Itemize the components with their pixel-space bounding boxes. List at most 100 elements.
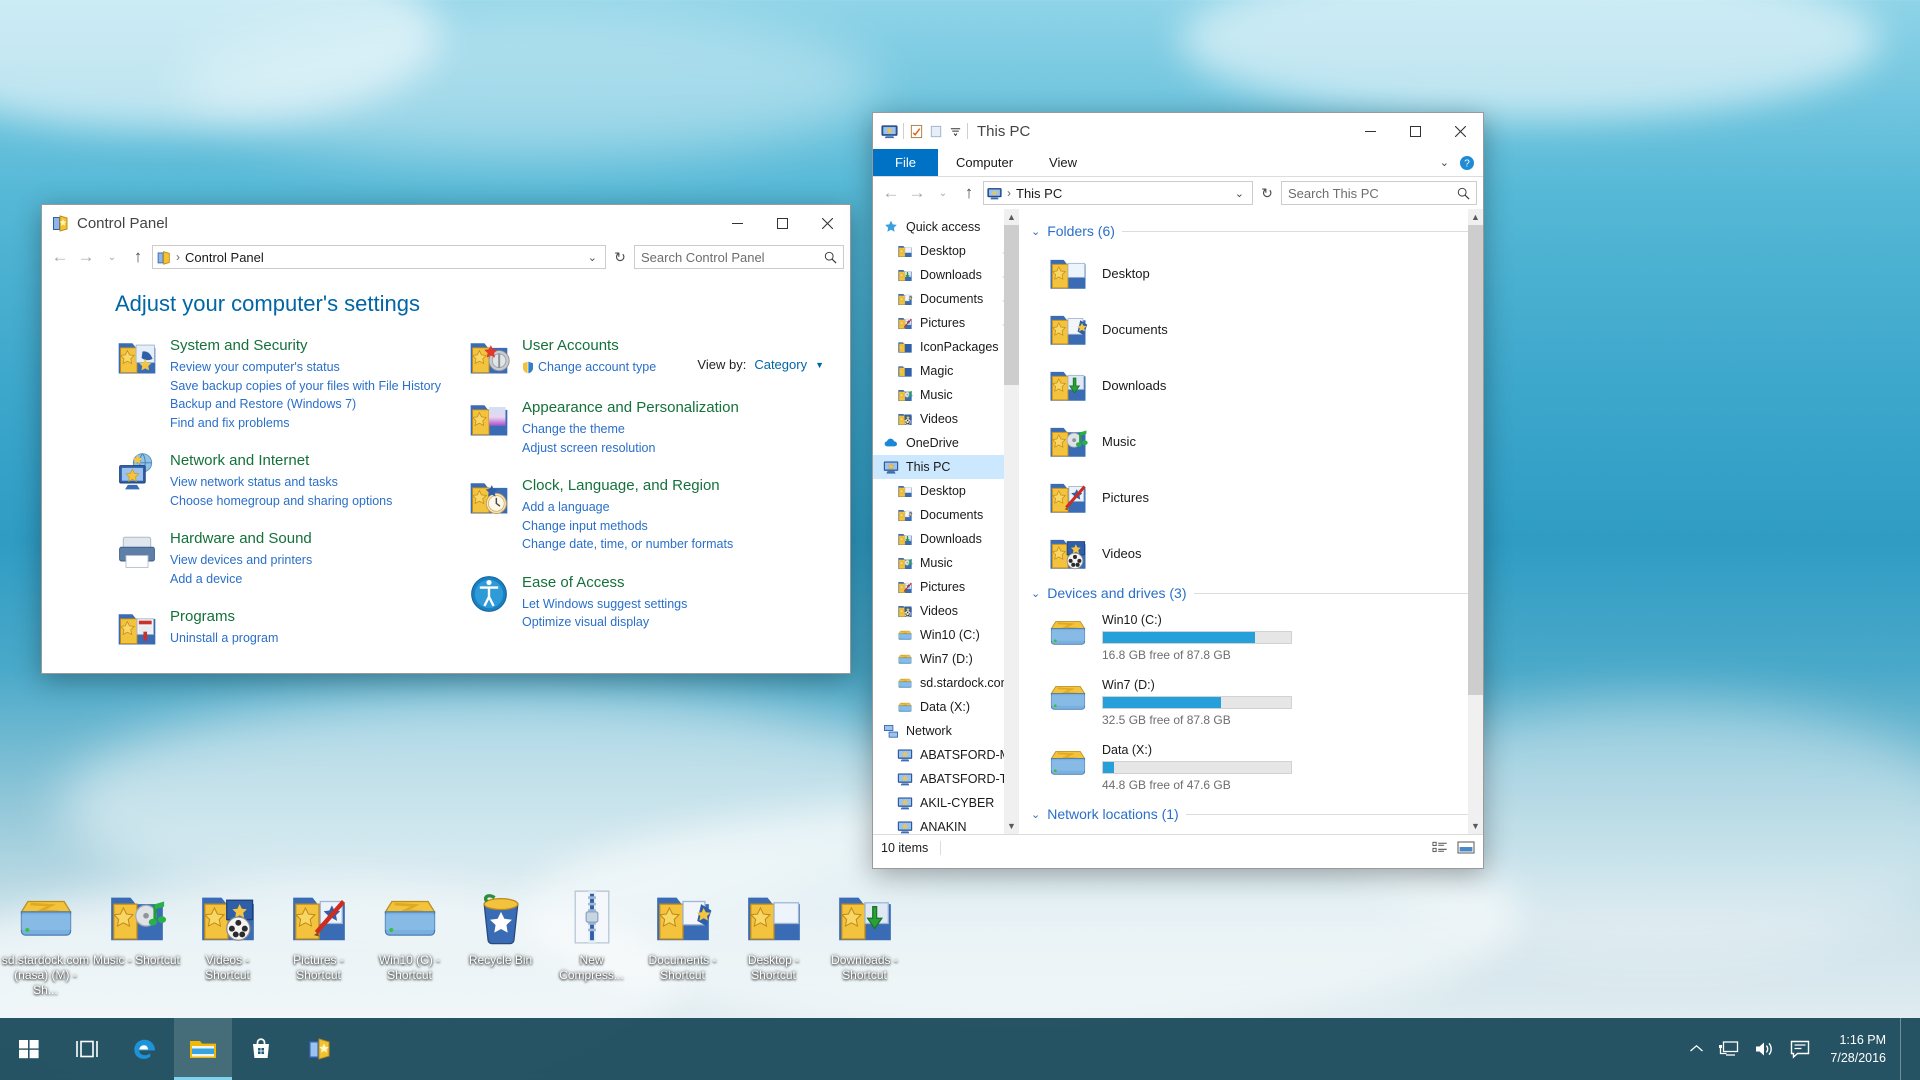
drive-item[interactable]: Win7 (D:) 32.5 GB free of 87.8 GB	[1027, 672, 1483, 737]
ribbon-tab-view[interactable]: View	[1031, 149, 1095, 176]
category-link[interactable]: Change the theme	[522, 420, 739, 439]
category-link[interactable]: Uninstall a program	[170, 629, 278, 648]
network-icon[interactable]	[1718, 1040, 1740, 1058]
appearance-icon[interactable]	[467, 397, 511, 441]
nav-item-magic[interactable]: Magic	[873, 359, 1019, 383]
nav-item-data-x[interactable]: Data (X:)	[873, 695, 1019, 719]
nav-item-downloads[interactable]: Downloads	[873, 527, 1019, 551]
this-pc-icon[interactable]	[881, 123, 898, 140]
list-item[interactable]: Music	[1027, 413, 1483, 469]
maximize-button[interactable]	[760, 205, 805, 241]
up-button[interactable]: ↑	[957, 181, 981, 205]
taskbar[interactable]: 1:16 PM 7/28/2016	[0, 1018, 1920, 1080]
group-header[interactable]: ⌄ Folders (6)	[1027, 219, 1483, 245]
chevron-down-icon[interactable]: ⌄	[1031, 225, 1040, 238]
category-link[interactable]: View devices and printers	[170, 551, 312, 570]
ribbon-tab-strip[interactable]: File Computer View ⌄ ?	[873, 149, 1483, 177]
desktop-icon[interactable]: Downloads - Shortcut	[819, 880, 910, 1020]
minimize-button[interactable]	[1348, 113, 1393, 149]
category-title[interactable]: User Accounts	[522, 337, 656, 355]
drive-item[interactable]: Data (X:) 44.8 GB free of 47.6 GB	[1027, 737, 1483, 802]
nav-item-documents[interactable]: Documents	[873, 287, 1019, 311]
category-link[interactable]: Adjust screen resolution	[522, 439, 739, 458]
category-link[interactable]: Change input methods	[522, 517, 733, 536]
control-panel-category[interactable]: Programs Uninstall a program	[115, 606, 445, 650]
control-panel-button[interactable]	[290, 1018, 348, 1080]
start-button[interactable]	[0, 1018, 58, 1080]
close-button[interactable]	[1438, 113, 1483, 149]
scroll-down-icon[interactable]: ▼	[1004, 818, 1019, 834]
address-dropdown-icon[interactable]: ⌄	[1230, 187, 1249, 200]
nav-item-music[interactable]: Music	[873, 551, 1019, 575]
view-by-value[interactable]: Category	[754, 357, 807, 372]
drive-item[interactable]: Win10 (C:) 16.8 GB free of 87.8 GB	[1027, 607, 1483, 672]
explorer-titlebar[interactable]: This PC	[873, 113, 1483, 149]
nav-item-music[interactable]: Music	[873, 383, 1019, 407]
quick-access-toolbar[interactable]: This PC	[873, 123, 1030, 140]
desktop-icon[interactable]: Music - Shortcut	[91, 880, 182, 1020]
show-desktop-button[interactable]	[1900, 1018, 1910, 1080]
pictures-folder-icon[interactable]	[288, 880, 350, 948]
desktop-icon[interactable]: Win10 (C) - Shortcut	[364, 880, 455, 1020]
category-link[interactable]: Change date, time, or number formats	[522, 535, 733, 554]
desktop-icon[interactable]: Recycle Bin	[455, 880, 546, 1020]
nav-item-quick-access[interactable]: Quick access	[873, 215, 1019, 239]
drive-icon[interactable]	[379, 880, 441, 948]
scroll-down-icon[interactable]: ▼	[1468, 818, 1483, 834]
nav-item-iconpackages[interactable]: IconPackages	[873, 335, 1019, 359]
category-link[interactable]: Backup and Restore (Windows 7)	[170, 395, 441, 414]
network-internet-icon[interactable]	[115, 450, 159, 494]
navigation-pane-scrollbar[interactable]: ▲ ▼	[1004, 209, 1019, 834]
scrollbar-thumb[interactable]	[1004, 225, 1019, 385]
action-center-icon[interactable]	[1790, 1040, 1810, 1059]
store-button[interactable]	[232, 1018, 290, 1080]
ribbon-tab-computer[interactable]: Computer	[938, 149, 1031, 176]
nav-item-anakin[interactable]: ANAKIN	[873, 815, 1019, 834]
back-button[interactable]: ←	[48, 245, 72, 269]
network-drive-icon[interactable]	[15, 880, 77, 948]
system-security-icon[interactable]	[115, 335, 159, 379]
task-view-button[interactable]	[58, 1018, 116, 1080]
videos-folder-icon[interactable]	[197, 880, 259, 948]
breadcrumb-control-panel[interactable]: Control Panel	[185, 250, 264, 265]
desktop-icon[interactable]: Pictures - Shortcut	[273, 880, 364, 1020]
control-panel-category[interactable]: Appearance and Personalization Change the…	[467, 397, 797, 457]
new-folder-icon[interactable]	[929, 124, 944, 139]
desktop-folder-icon[interactable]	[743, 880, 805, 948]
refresh-button[interactable]: ↻	[608, 245, 632, 269]
file-list-scrollbar[interactable]: ▲ ▼	[1468, 209, 1483, 834]
clock-language-icon[interactable]	[467, 475, 511, 519]
control-panel-category[interactable]: Hardware and Sound View devices and print…	[115, 528, 445, 588]
nav-item-akil-cyber[interactable]: AKIL-CYBER	[873, 791, 1019, 815]
properties-icon[interactable]	[909, 124, 924, 139]
desktop-icon-row[interactable]: sd.stardock.com (nasa) (M) - Sh... Music …	[0, 880, 1920, 1020]
control-panel-category[interactable]: Clock, Language, and Region Add a languag…	[467, 475, 797, 554]
minimize-button[interactable]	[715, 205, 760, 241]
control-panel-category[interactable]: Network and Internet View network status …	[115, 450, 445, 510]
back-button[interactable]: ←	[879, 181, 903, 205]
nav-item-abatsford-ma[interactable]: ABATSFORD-MA	[873, 743, 1019, 767]
nav-item-pictures[interactable]: Pictures	[873, 311, 1019, 335]
explorer-address-bar[interactable]: › This PC ⌄	[983, 181, 1253, 205]
chevron-down-icon[interactable]: ⌄	[1031, 587, 1040, 600]
large-icons-view-icon[interactable]	[1457, 840, 1475, 855]
ease-of-access-icon[interactable]	[467, 572, 511, 616]
category-link[interactable]: Change account type	[522, 358, 656, 377]
list-item[interactable]: Desktop	[1027, 245, 1483, 301]
desktop-icon[interactable]: Desktop - Shortcut	[728, 880, 819, 1020]
forward-button[interactable]: →	[74, 245, 98, 269]
details-view-icon[interactable]	[1432, 840, 1449, 855]
file-explorer-button[interactable]	[174, 1018, 232, 1080]
control-panel-category[interactable]: System and Security Review your computer'…	[115, 335, 445, 432]
category-title[interactable]: Programs	[170, 608, 278, 626]
category-link[interactable]: Add a device	[170, 570, 312, 589]
control-panel-window[interactable]: Control Panel ← → ⌄ ↑ › Control Panel ⌄ …	[41, 204, 851, 674]
control-panel-category[interactable]: Ease of Access Let Windows suggest settin…	[467, 572, 797, 632]
control-panel-search-box[interactable]: Search Control Panel	[634, 245, 844, 269]
taskbar-clock[interactable]: 1:16 PM 7/28/2016	[1824, 1031, 1886, 1067]
control-panel-titlebar[interactable]: Control Panel	[42, 205, 850, 241]
list-item[interactable]: Downloads	[1027, 357, 1483, 413]
chevron-down-icon[interactable]: ▼	[815, 360, 824, 370]
explorer-search-box[interactable]: Search This PC	[1281, 181, 1477, 205]
forward-button[interactable]: →	[905, 181, 929, 205]
